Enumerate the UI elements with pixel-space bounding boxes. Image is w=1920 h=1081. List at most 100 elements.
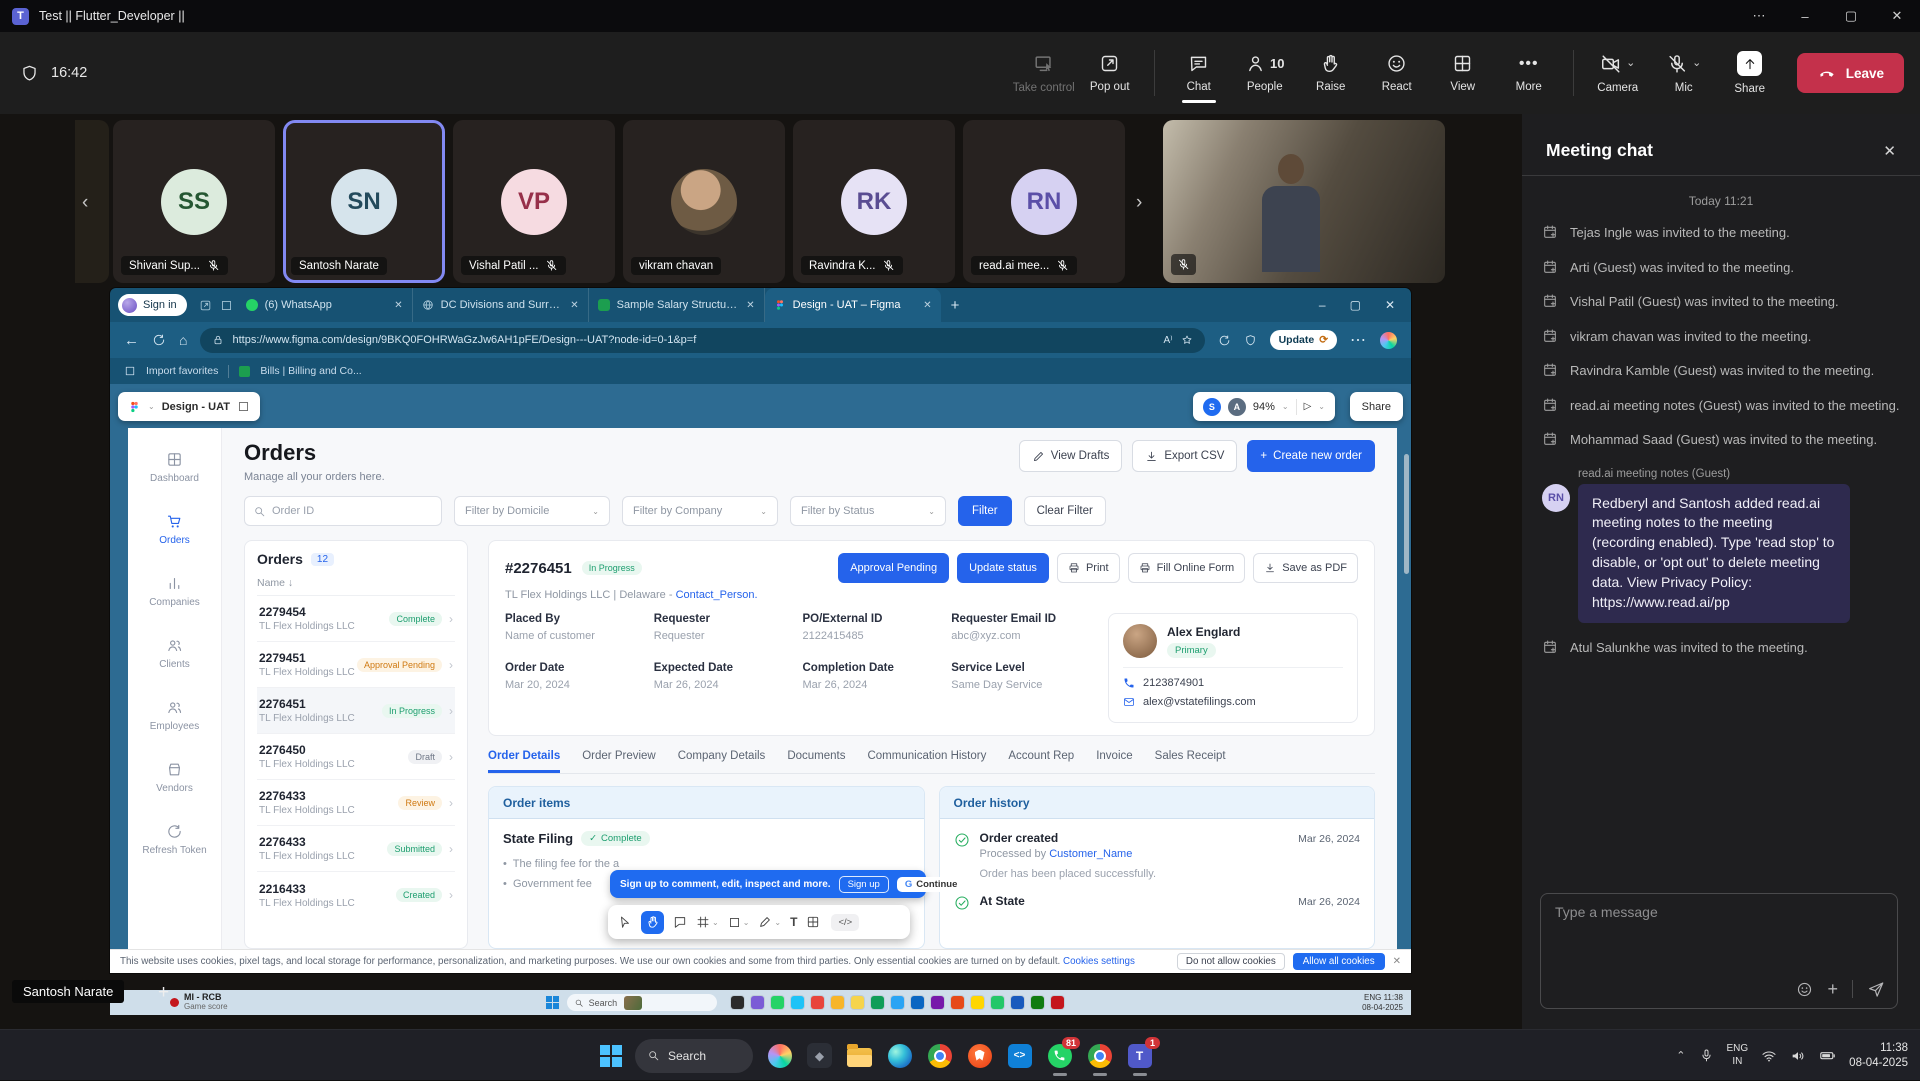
favorite-star-icon[interactable] (1181, 334, 1193, 346)
move-tool-icon[interactable] (618, 915, 632, 929)
window-close-button[interactable]: ✕ (1874, 0, 1920, 32)
chat-close-icon[interactable]: ✕ (1883, 142, 1896, 160)
workspaces-icon[interactable] (199, 299, 212, 312)
tab-close-icon[interactable]: ✕ (923, 300, 931, 311)
browser-tab[interactable]: Sample Salary Structure with calc✕ (589, 288, 765, 322)
tab-documents[interactable]: Documents (787, 750, 845, 773)
address-bar[interactable]: https://www.figma.com/design/9BKQ0FOHRWa… (200, 328, 1204, 353)
chat-compose-box[interactable]: + (1540, 893, 1898, 1009)
sidebar-item-clients[interactable]: Clients (128, 622, 221, 684)
filter-domicile-select[interactable]: Filter by Domicile⌄ (454, 496, 610, 526)
desktop-search-box[interactable]: Search (567, 994, 717, 1011)
approval-pending-button[interactable]: Approval Pending (838, 553, 949, 583)
customer-name-link[interactable]: Customer_Name (1049, 848, 1132, 860)
frame-tool-icon[interactable]: ⌄ (696, 915, 719, 929)
filter-company-select[interactable]: Filter by Company⌄ (622, 496, 778, 526)
teams-taskbar-icon[interactable]: T 1 (1126, 1042, 1153, 1069)
vscode-icon[interactable]: <> (1006, 1042, 1033, 1069)
contact-email[interactable]: alex@vstatefilings.com (1143, 696, 1256, 708)
browser-maximize-button[interactable]: ▢ (1350, 298, 1361, 312)
order-id-search[interactable] (244, 496, 442, 526)
whatsapp-icon[interactable]: 81 (1046, 1042, 1073, 1069)
order-row[interactable]: 2276450TL Flex Holdings LLC Draft › (257, 734, 455, 780)
tab-invoice[interactable]: Invoice (1096, 750, 1132, 773)
chat-message[interactable]: RN Redberyl and Santosh added read.ai me… (1542, 484, 1900, 623)
tiles-scroll-right-chevron[interactable]: › (1136, 192, 1142, 214)
order-row[interactable]: 2276433TL Flex Holdings LLC Submitted › (257, 826, 455, 872)
read-aloud-icon[interactable]: A⁾ (1163, 335, 1172, 346)
pen-tool-icon[interactable]: ⌄ (758, 915, 781, 929)
bookmark-import-favorites[interactable]: Import favorites (146, 365, 218, 377)
leave-button[interactable]: Leave (1797, 53, 1904, 93)
view-button[interactable]: View (1432, 49, 1494, 97)
window-maximize-button[interactable]: ▢ (1828, 0, 1874, 32)
raise-hand-button[interactable]: Raise (1300, 49, 1362, 97)
window-minimize-button[interactable]: – (1782, 0, 1828, 32)
taskbar-search[interactable]: Search (635, 1039, 753, 1073)
sidebar-item-vendors[interactable]: Vendors (128, 746, 221, 808)
chat-button[interactable]: Chat (1168, 49, 1230, 97)
new-tab-button[interactable]: + (951, 297, 960, 314)
video-tile[interactable]: RK Ravindra K... (793, 120, 955, 283)
tab-sales-receipt[interactable]: Sales Receipt (1155, 750, 1226, 773)
sync-icon[interactable] (1218, 334, 1231, 347)
view-drafts-button[interactable]: View Drafts (1019, 440, 1123, 472)
chrome-icon[interactable] (926, 1042, 953, 1069)
deny-cookies-button[interactable]: Do not allow cookies (1177, 953, 1285, 970)
figma-logo-icon[interactable] (128, 400, 141, 414)
sidebar-item-employees[interactable]: Employees (128, 684, 221, 746)
order-id-input[interactable] (272, 505, 422, 517)
windows-start-icon[interactable] (600, 1045, 622, 1067)
emoji-icon[interactable] (1796, 981, 1813, 998)
browser-settings-icon[interactable]: ⋯ (1350, 330, 1367, 350)
browser-tab[interactable]: (6) WhatsApp✕ (237, 288, 413, 322)
actions-tool-icon[interactable] (806, 915, 820, 929)
sidebar-item-companies[interactable]: Companies (128, 560, 221, 622)
dev-mode-toggle[interactable]: </> (831, 914, 859, 931)
window-more-button[interactable]: ⋯ (1736, 0, 1782, 32)
copilot-icon[interactable] (1380, 332, 1397, 349)
export-csv-button[interactable]: Export CSV (1132, 440, 1237, 472)
tab-order-preview[interactable]: Order Preview (582, 750, 656, 773)
filter-clear-button[interactable]: Clear Filter (1024, 496, 1106, 526)
present-chevron[interactable]: ⌄ (1318, 402, 1325, 411)
pinned-apps[interactable] (731, 996, 1064, 1009)
filter-status-select[interactable]: Filter by Status⌄ (790, 496, 946, 526)
file-explorer-icon[interactable] (846, 1042, 873, 1069)
video-tile[interactable]: VP Vishal Patil ... (453, 120, 615, 283)
pop-out-button[interactable]: Pop out (1079, 49, 1141, 97)
people-button[interactable]: 10 People (1234, 49, 1296, 97)
print-button[interactable]: Print (1057, 553, 1120, 583)
present-icon[interactable]: ▷ (1304, 401, 1312, 412)
tray-mic-icon[interactable] (1699, 1048, 1714, 1063)
tab-close-icon[interactable]: ✕ (394, 300, 402, 311)
cookie-settings-link[interactable]: Cookies settings (1063, 956, 1135, 967)
browser-minimize-button[interactable]: – (1319, 298, 1326, 312)
update-status-button[interactable]: Update status (957, 553, 1049, 583)
mic-options-chevron[interactable]: ⌄ (1692, 58, 1701, 69)
tab-account-rep[interactable]: Account Rep (1008, 750, 1074, 773)
attach-plus-icon[interactable]: + (1827, 980, 1838, 998)
tiles-scroll-left-chevron[interactable]: ‹ (82, 192, 88, 214)
video-tile[interactable]: RN read.ai mee... (963, 120, 1125, 283)
cookie-close-icon[interactable]: ✕ (1393, 956, 1401, 967)
fill-online-form-button[interactable]: Fill Online Form (1128, 553, 1246, 583)
mic-button[interactable]: ⌄ Mic (1653, 49, 1715, 98)
take-control-button[interactable]: Take control (1013, 49, 1075, 98)
video-tile[interactable]: vikram chavan (623, 120, 785, 283)
filter-apply-button[interactable]: Filter (958, 496, 1012, 526)
share-screen-button[interactable]: Share (1719, 47, 1781, 99)
sidebar-item-refresh-token[interactable]: Refresh Token (128, 808, 221, 870)
hand-tool-icon[interactable] (641, 911, 664, 934)
zoom-chevron[interactable]: ⌄ (1282, 402, 1289, 411)
tab-order-details[interactable]: Order Details (488, 750, 560, 773)
video-tile[interactable]: SS Shivani Sup... (113, 120, 275, 283)
signup-button[interactable]: Sign up (839, 876, 889, 893)
chat-message-input[interactable] (1555, 904, 1883, 920)
start-icon[interactable] (546, 996, 559, 1009)
language-indicator[interactable]: ENG IN (1727, 1043, 1749, 1068)
browser-signin-button[interactable]: Sign in (118, 294, 187, 316)
order-row[interactable]: 2276433TL Flex Holdings LLC Review › (257, 780, 455, 826)
video-tile-spotlight[interactable] (1163, 120, 1445, 283)
tab-close-icon[interactable]: ✕ (746, 300, 754, 311)
